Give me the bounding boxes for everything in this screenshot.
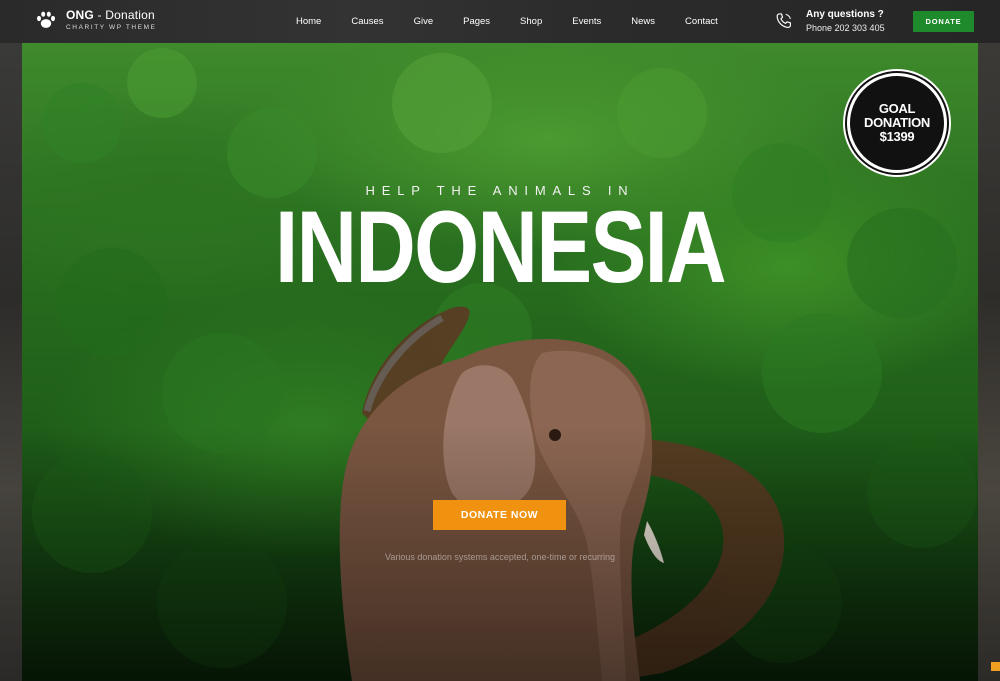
logo-text: ONG - Donation CHARITY WP THEME xyxy=(66,9,157,32)
contact-phone[interactable]: Phone 202 303 405 xyxy=(806,23,885,33)
nav-item-news[interactable]: News xyxy=(631,16,655,27)
site-logo[interactable]: ONG - Donation CHARITY WP THEME xyxy=(34,8,157,32)
main-nav: Home Causes Give Pages Shop Events News … xyxy=(296,0,718,43)
site-header: ONG - Donation CHARITY WP THEME Home Cau… xyxy=(0,0,1000,43)
nav-item-pages[interactable]: Pages xyxy=(463,16,490,27)
brand-suffix: - Donation xyxy=(97,7,155,22)
contact-info: Any questions ? Phone 202 303 405 xyxy=(774,9,885,33)
contact-text: Any questions ? Phone 202 303 405 xyxy=(806,9,885,33)
logo-title: ONG - Donation xyxy=(66,9,157,21)
corner-indicator xyxy=(991,662,1000,671)
side-strip-right xyxy=(978,43,1000,681)
brand-tagline: CHARITY WP THEME xyxy=(66,23,157,31)
badge-line-donation: DONATION xyxy=(864,114,930,130)
donate-now-button[interactable]: DONATE NOW xyxy=(433,500,566,530)
brand-name: ONG xyxy=(66,7,94,22)
side-strip-left xyxy=(0,43,22,681)
hero-section: HELP THE ANIMALS IN INDONESIA GOAL DONAT… xyxy=(22,43,978,681)
badge-line-goal: GOAL xyxy=(878,100,916,116)
header-donate-button[interactable]: DONATE xyxy=(913,11,974,32)
donation-note: Various donation systems accepted, one-t… xyxy=(385,552,615,562)
nav-item-give[interactable]: Give xyxy=(414,16,434,27)
nav-item-causes[interactable]: Causes xyxy=(351,16,383,27)
badge-line-amount: $1399 xyxy=(879,129,915,145)
nav-item-events[interactable]: Events xyxy=(572,16,601,27)
hero-vignette xyxy=(22,43,978,681)
paw-icon xyxy=(37,11,55,28)
nav-item-shop[interactable]: Shop xyxy=(520,16,542,27)
phone-icon xyxy=(776,13,791,29)
nav-item-home[interactable]: Home xyxy=(296,16,321,27)
goal-donation-badge: GOAL DONATION $1399 xyxy=(847,73,947,173)
nav-item-contact[interactable]: Contact xyxy=(685,16,718,27)
contact-question: Any questions ? xyxy=(806,9,884,20)
hero-headline: INDONESIA xyxy=(275,190,727,304)
